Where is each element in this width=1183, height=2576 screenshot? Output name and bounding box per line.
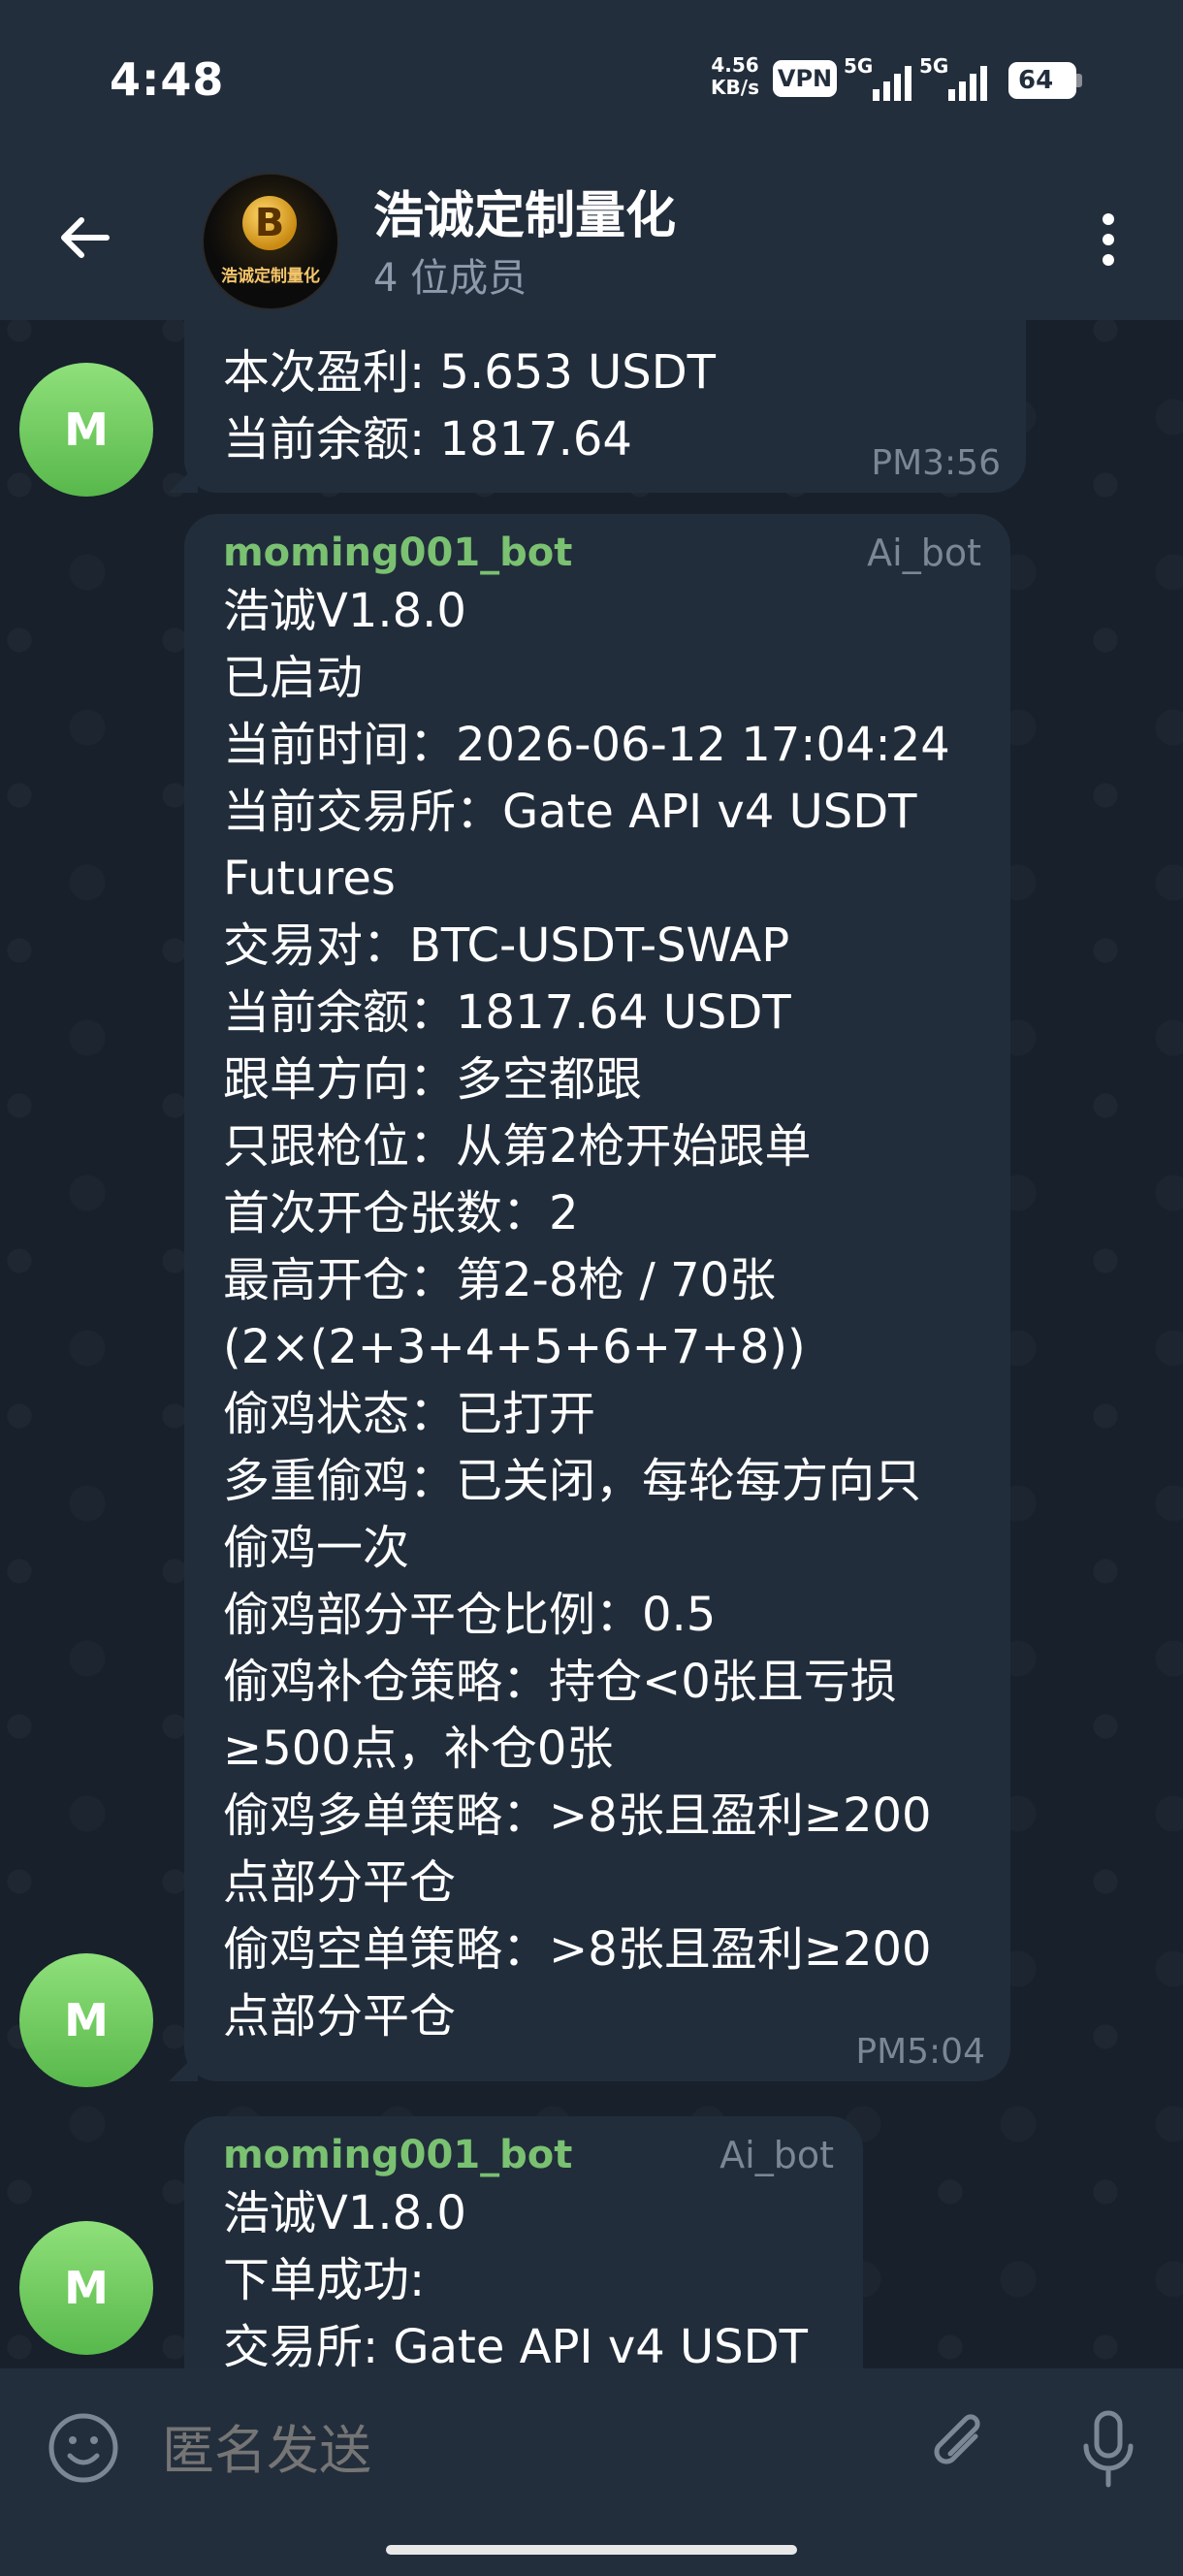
message-line: 下单成功: — [223, 2253, 426, 2307]
status-bar: 4:48 4.56 KB/s VPN 5G 5G 64 — [0, 0, 1183, 165]
message-line: 偷鸡部分平仓比例：0.5 — [223, 1588, 717, 1642]
emoji-icon[interactable] — [47, 2411, 120, 2485]
signal-icon: 5G — [919, 54, 987, 101]
message-bubble[interactable]: moming001_bot Ai_bot 浩诚V1.8.0 下单成功: 交易所:… — [184, 2116, 863, 2407]
message-line: 多重偷鸡：已关闭，每轮每方向只 — [223, 1454, 922, 1508]
message-line: 首次开仓张数：2 — [223, 1186, 579, 1240]
message-line: (2×(2+3+4+5+6+7+8)) — [223, 1320, 806, 1374]
message-line: 偷鸡状态：已打开 — [223, 1387, 596, 1441]
message-time: PM5:04 — [855, 2032, 985, 2072]
message-line: 点部分平仓 — [223, 1855, 457, 1910]
system-nav-bar — [0, 2524, 1183, 2576]
message-line: 当前时间：2026-06-12 17:04:24 — [223, 718, 950, 772]
sender-badge: Ai_bot — [719, 2134, 834, 2176]
message-line: 当前交易所：Gate API v4 USDT — [223, 785, 917, 839]
message-line: 偷鸡补仓策略：持仓<0张且亏损 — [223, 1655, 897, 1709]
avatar-logo-text: 浩诚定制量化 — [221, 267, 320, 286]
message-line: 偷鸡空单策略：>8张且盈利≥200 — [223, 1922, 932, 1977]
message-line: 只跟枪位：从第2枪开始跟单 — [223, 1119, 812, 1174]
more-menu-icon[interactable] — [1094, 206, 1123, 274]
message-line: 最高开仓：第2-8枪 / 70张 — [223, 1253, 777, 1307]
avatar[interactable]: M — [19, 363, 153, 497]
message-line: 偷鸡一次 — [223, 1521, 410, 1575]
message-line: 已启动 — [223, 651, 364, 705]
message-time: PM3:56 — [871, 443, 1001, 483]
sender-name[interactable]: moming001_bot — [223, 528, 972, 578]
bitcoin-logo-icon: B — [242, 196, 297, 250]
sender-badge: Ai_bot — [867, 531, 981, 574]
paperclip-icon[interactable] — [921, 2407, 999, 2485]
message-line: 当前余额：1817.64 USDT — [223, 985, 791, 1040]
message-input[interactable] — [160, 2411, 843, 2491]
vpn-badge: VPN — [773, 60, 837, 97]
chat-title[interactable]: 浩诚定制量化 — [373, 175, 676, 247]
message-line: 浩诚V1.8.0 — [223, 2186, 466, 2240]
status-time: 4:48 — [110, 53, 225, 106]
message-line: 本次盈利: 5.653 USDT — [223, 345, 716, 400]
net-speed: 4.56 KB/s — [706, 54, 764, 99]
net-speed-value: 4.56 — [711, 53, 759, 77]
avatar[interactable]: M — [19, 1953, 153, 2087]
net-speed-unit: KB/s — [711, 76, 759, 99]
message-bubble[interactable]: moming001_bot Ai_bot 浩诚V1.8.0 已启动 当前时间：2… — [169, 514, 1010, 2081]
group-avatar[interactable]: B 浩诚定制量化 — [202, 173, 339, 310]
battery-icon: 64 — [1008, 62, 1082, 99]
member-count: 4 位成员 — [373, 256, 528, 301]
chat-header: B 浩诚定制量化 浩诚定制量化 4 位成员 — [0, 165, 1183, 320]
avatar[interactable]: M — [19, 2221, 153, 2355]
message-input-bar — [0, 2368, 1183, 2524]
message-line: ≥500点，补仓0张 — [223, 1722, 614, 1776]
message-line: 偷鸡多单策略：>8张且盈利≥200 — [223, 1788, 932, 1843]
back-arrow-icon[interactable] — [56, 209, 114, 267]
message-line: 跟单方向：多空都跟 — [223, 1052, 643, 1107]
message-line: 浩诚V1.8.0 — [223, 584, 466, 638]
microphone-icon[interactable] — [1074, 2407, 1142, 2495]
home-indicator[interactable] — [386, 2545, 797, 2555]
message-line: 交易对：BTC-USDT-SWAP — [223, 918, 790, 973]
message-line: Futures — [223, 852, 396, 906]
signal-icon: 5G — [844, 54, 911, 101]
